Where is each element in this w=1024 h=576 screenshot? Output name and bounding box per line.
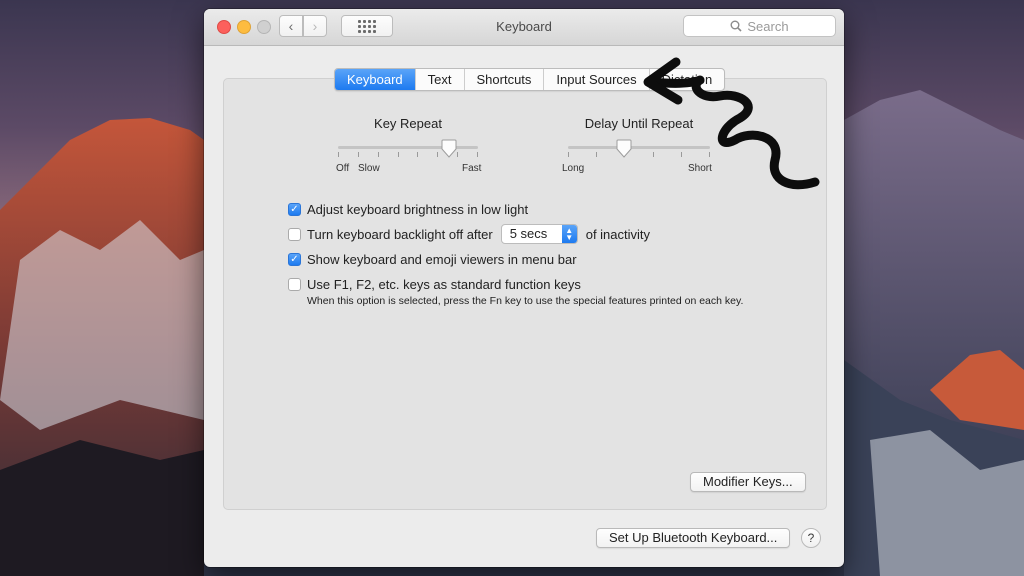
title-bar: ‹ › Keyboard Search bbox=[204, 9, 844, 46]
slider-tick bbox=[378, 152, 379, 157]
slider-tick bbox=[437, 152, 438, 157]
keyboard-preferences-window: ‹ › Keyboard Search Keyboard Text Shortc… bbox=[204, 9, 844, 567]
content-panel bbox=[223, 78, 827, 510]
slider-tick bbox=[709, 152, 710, 157]
option-backlight-off: Turn keyboard backlight off after 5 secs… bbox=[288, 224, 650, 244]
backlight-off-checkbox[interactable] bbox=[288, 227, 301, 241]
tab-bar: Keyboard Text Shortcuts Input Sources Di… bbox=[334, 68, 726, 91]
updown-arrows-icon: ▲ ▼ bbox=[561, 225, 577, 243]
backlight-timeout-value: 5 secs bbox=[509, 226, 548, 241]
adjust-brightness-checkbox[interactable]: ✓ bbox=[288, 203, 301, 216]
delay-long-label: Long bbox=[562, 163, 585, 174]
function-keys-note: When this option is selected, press the … bbox=[307, 295, 744, 307]
tab-text[interactable]: Text bbox=[416, 69, 465, 90]
slider-tick bbox=[681, 152, 682, 157]
help-button[interactable]: ? bbox=[801, 528, 821, 548]
tab-shortcuts[interactable]: Shortcuts bbox=[465, 69, 545, 90]
tab-keyboard[interactable]: Keyboard bbox=[335, 69, 416, 90]
slider-tick bbox=[417, 152, 418, 157]
show-viewers-checkbox[interactable]: ✓ bbox=[288, 253, 301, 266]
delay-until-repeat-title: Delay Until Repeat bbox=[584, 116, 694, 131]
key-repeat-track bbox=[338, 146, 478, 149]
function-keys-label: Use F1, F2, etc. keys as standard functi… bbox=[307, 277, 581, 292]
checkmark-icon: ✓ bbox=[290, 253, 299, 265]
backlight-off-label: Turn keyboard backlight off after bbox=[307, 226, 493, 242]
slider-tick bbox=[568, 152, 569, 157]
search-field[interactable]: Search bbox=[683, 15, 836, 37]
option-adjust-brightness: ✓ Adjust keyboard brightness in low ligh… bbox=[288, 202, 528, 217]
slider-tick bbox=[653, 152, 654, 157]
delay-short-label: Short bbox=[688, 163, 712, 174]
key-repeat-knob[interactable] bbox=[441, 139, 457, 163]
key-repeat-fast-label: Fast bbox=[462, 163, 482, 174]
option-show-viewers: ✓ Show keyboard and emoji viewers in men… bbox=[288, 252, 577, 267]
slider-tick bbox=[477, 152, 478, 157]
key-repeat-title: Key Repeat bbox=[374, 116, 442, 131]
function-keys-checkbox[interactable] bbox=[288, 278, 301, 291]
backlight-timeout-select[interactable]: 5 secs ▲ ▼ bbox=[500, 224, 578, 244]
delay-until-repeat-slider[interactable] bbox=[568, 135, 710, 165]
key-repeat-slider[interactable] bbox=[338, 135, 478, 165]
slider-tick bbox=[398, 152, 399, 157]
show-viewers-label: Show keyboard and emoji viewers in menu … bbox=[307, 252, 577, 267]
tab-input-sources[interactable]: Input Sources bbox=[544, 69, 650, 90]
key-repeat-slow-label: Slow bbox=[358, 163, 380, 174]
checkmark-icon: ✓ bbox=[290, 203, 299, 215]
option-function-keys: Use F1, F2, etc. keys as standard functi… bbox=[288, 277, 581, 292]
tab-dictation[interactable]: Dictation bbox=[650, 69, 725, 90]
adjust-brightness-label: Adjust keyboard brightness in low light bbox=[307, 202, 529, 217]
search-icon bbox=[730, 20, 742, 32]
slider-tick bbox=[457, 152, 458, 157]
slider-tick bbox=[358, 152, 359, 157]
search-placeholder: Search bbox=[747, 18, 789, 34]
modifier-keys-button[interactable]: Modifier Keys... bbox=[690, 472, 806, 492]
delay-knob[interactable] bbox=[616, 139, 632, 163]
backlight-suffix-label: of inactivity bbox=[585, 226, 651, 242]
delay-track bbox=[568, 146, 710, 149]
slider-tick bbox=[338, 152, 339, 157]
key-repeat-off-label: Off bbox=[336, 163, 350, 174]
set-up-bluetooth-keyboard-button[interactable]: Set Up Bluetooth Keyboard... bbox=[596, 528, 791, 548]
slider-tick bbox=[596, 152, 597, 157]
